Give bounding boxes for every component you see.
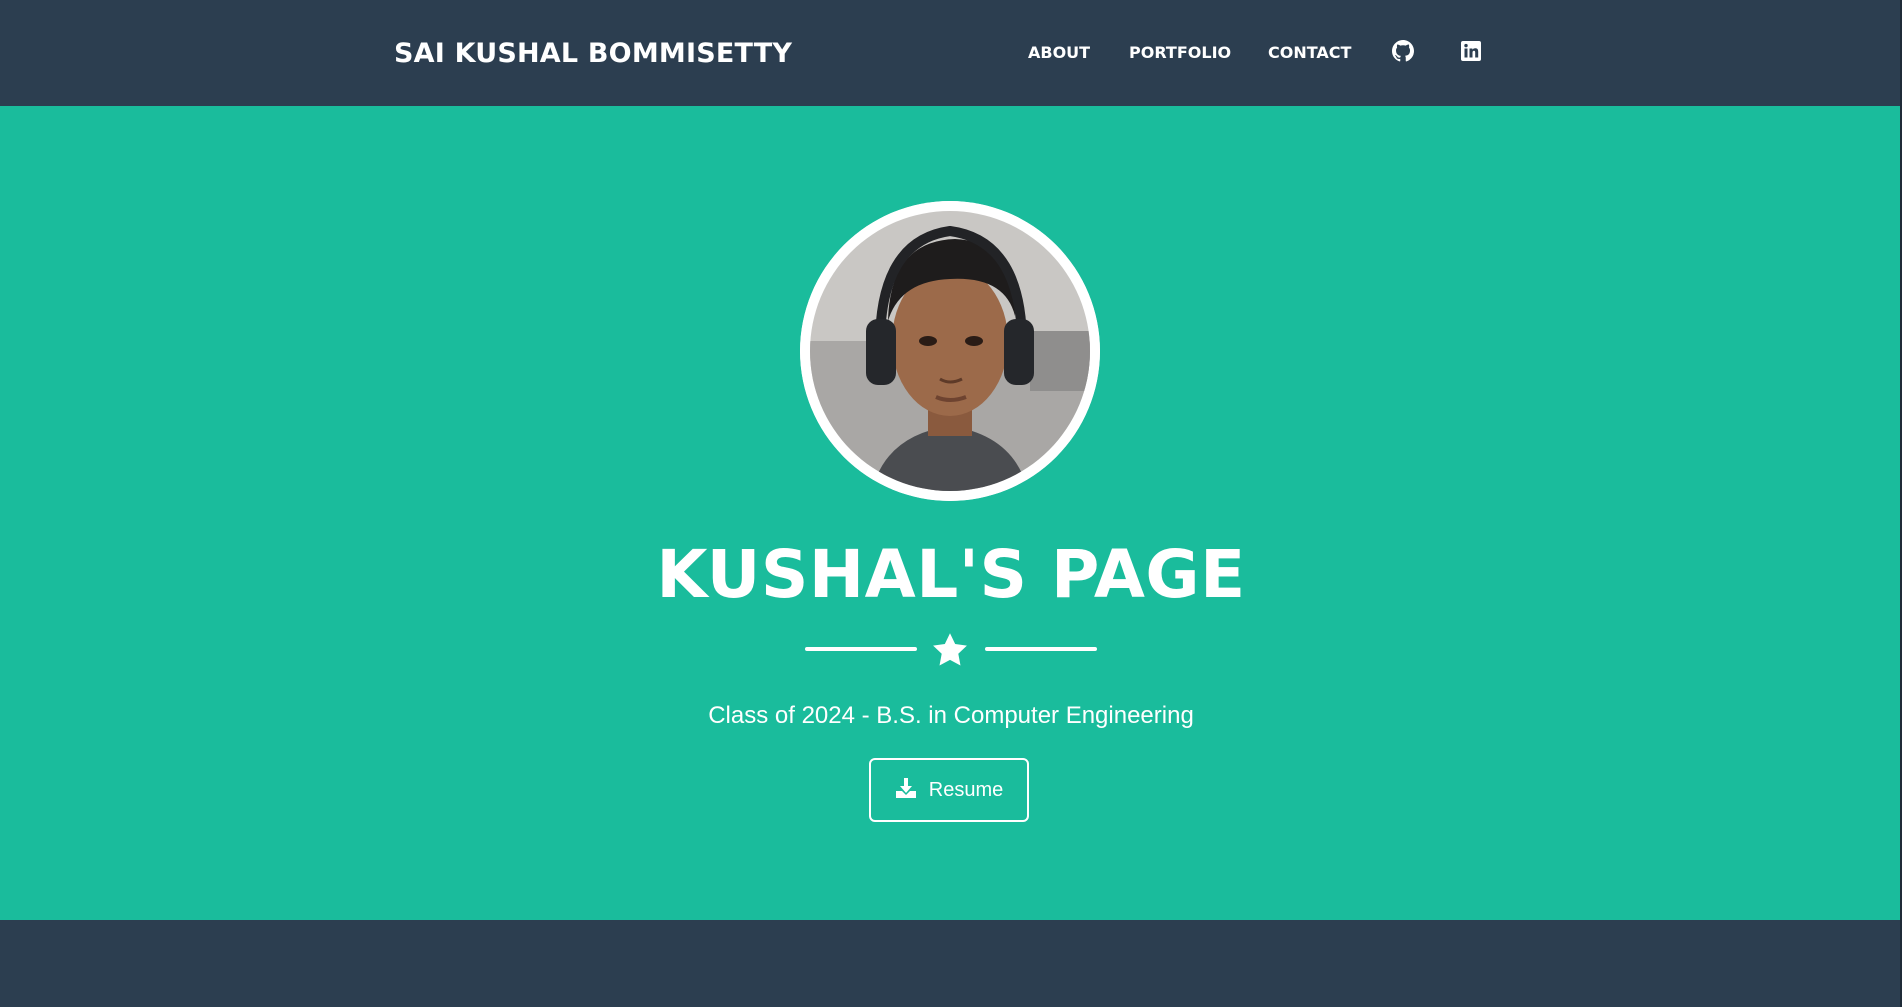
page-title: KUSHAL'S PAGE [656,536,1246,613]
download-icon [895,777,917,804]
nav-link-portfolio[interactable]: PORTFOLIO [1129,43,1231,63]
footer-section [0,920,1902,1007]
subtitle: Class of 2024 - B.S. in Computer Enginee… [708,702,1194,729]
brand-link[interactable]: SAI KUSHAL BOMMISETTY [394,37,792,71]
github-icon[interactable] [1392,40,1414,62]
nav-link-contact[interactable]: CONTACT [1268,43,1351,63]
linkedin-icon[interactable] [1460,40,1482,62]
top-navbar: SAI KUSHAL BOMMISETTY ABOUT PORTFOLIO CO… [0,0,1902,106]
divider-line-left [805,647,917,651]
star-icon [931,632,969,668]
resume-button[interactable]: Resume [869,758,1029,822]
nav-link-about[interactable]: ABOUT [1028,43,1090,63]
profile-photo [800,201,1100,501]
resume-button-label: Resume [928,779,1004,801]
divider-line-right [985,647,1097,651]
